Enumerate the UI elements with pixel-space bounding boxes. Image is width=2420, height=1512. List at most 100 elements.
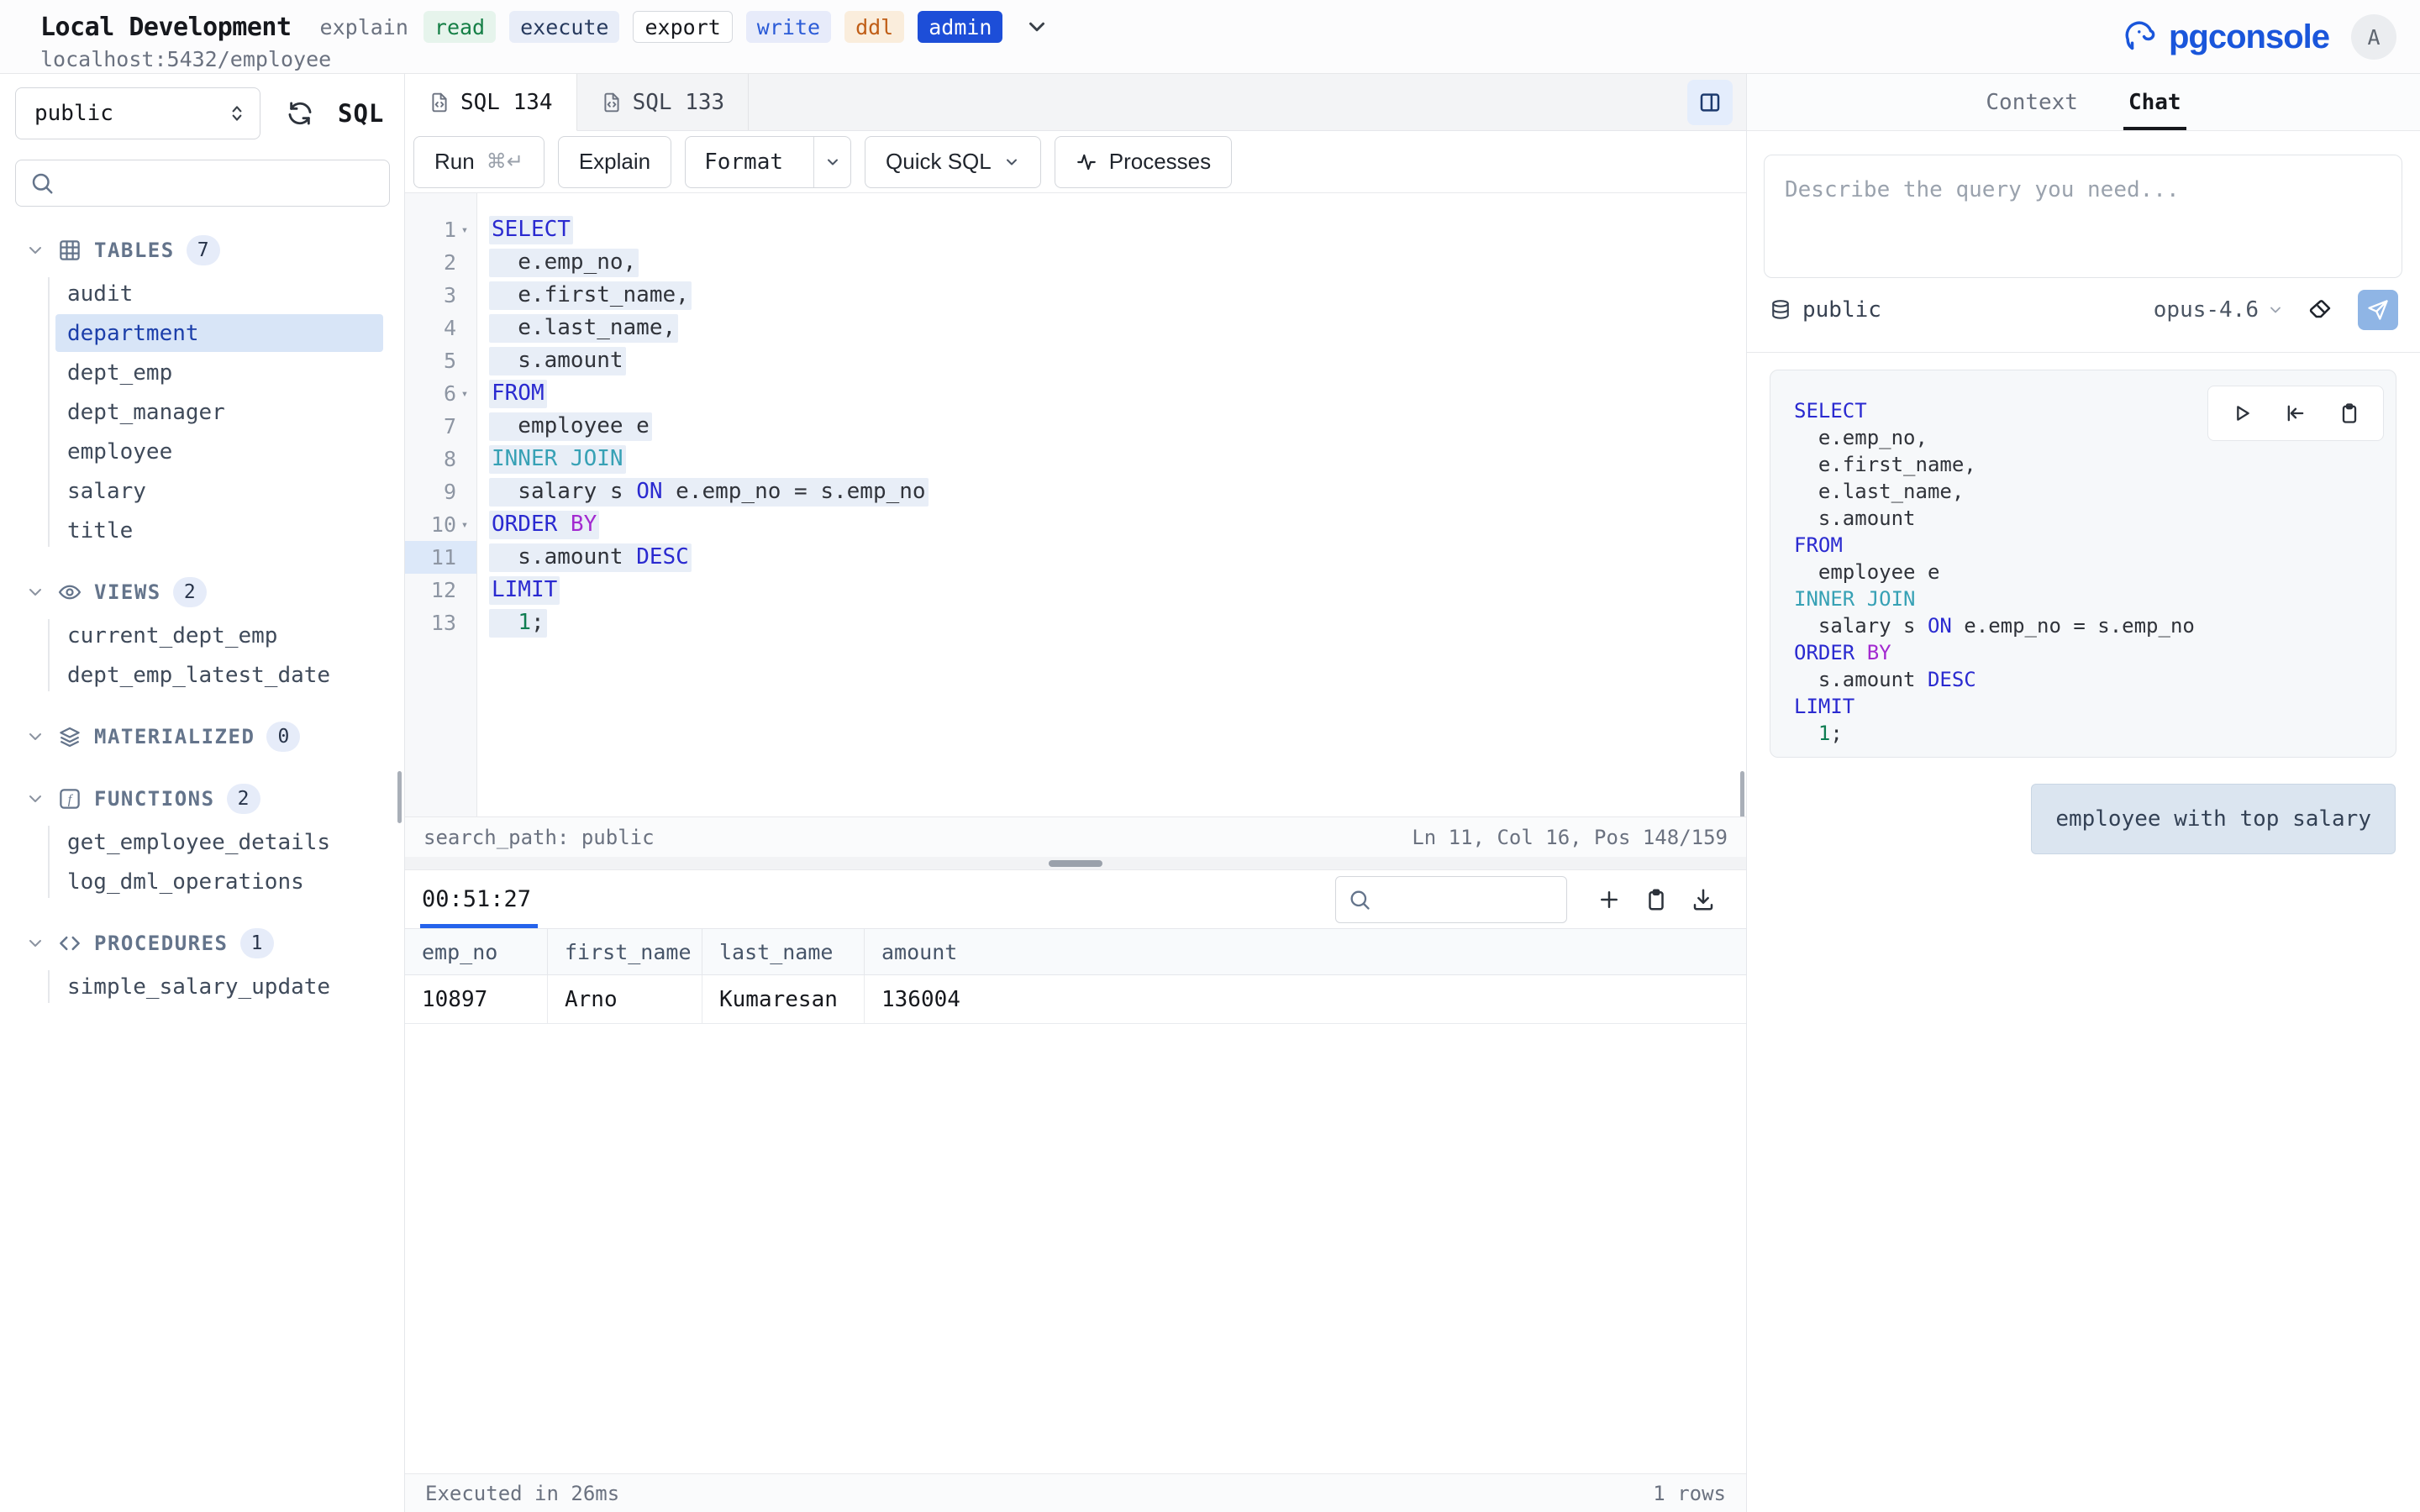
user-avatar[interactable]: A: [2351, 14, 2396, 60]
column-header-emp_no[interactable]: emp_no: [405, 929, 548, 974]
tree-item-dept_emp_latest_date[interactable]: dept_emp_latest_date: [0, 655, 404, 695]
cell-first_name[interactable]: Arno: [548, 975, 702, 1023]
results-search-input[interactable]: [1335, 876, 1567, 923]
tree-item-dept_manager[interactable]: dept_manager: [0, 392, 404, 432]
explain-button[interactable]: Explain: [558, 136, 671, 188]
gutter-line-5[interactable]: 5: [405, 344, 476, 377]
svg-text:f: f: [68, 792, 74, 807]
format-button[interactable]: Format: [685, 136, 851, 188]
section-items: get_employee_detailslog_dml_operations: [0, 822, 404, 901]
tree-item-get_employee_details[interactable]: get_employee_details: [0, 822, 404, 862]
cell-emp_no[interactable]: 10897: [405, 975, 548, 1023]
gutter-line-13[interactable]: 13: [405, 606, 476, 639]
resize-grip[interactable]: [1049, 860, 1102, 867]
chat-code-line-3: e.first_name,: [1794, 451, 2396, 478]
database-icon: [1769, 298, 1792, 322]
panel-resize-handle[interactable]: [405, 857, 1746, 870]
split-view-button[interactable]: [1687, 80, 1733, 125]
chevron-down-icon[interactable]: [25, 727, 45, 747]
run-button[interactable]: Run ⌘↵: [413, 136, 544, 188]
results-data-row: 10897ArnoKumaresan136004: [405, 975, 1746, 1024]
chat-sql-block: SELECT e.emp_no, e.first_name, e.last_na…: [1770, 370, 2396, 758]
clear-chat-eraser-icon[interactable]: [2307, 297, 2334, 323]
copy-snippet-clipboard-icon[interactable]: [2338, 402, 2361, 425]
chevron-down-icon[interactable]: [25, 789, 45, 809]
refresh-icon[interactable]: [286, 99, 314, 128]
cell-amount[interactable]: 136004: [865, 975, 995, 1023]
tree-item-log_dml_operations[interactable]: log_dml_operations: [0, 862, 404, 901]
insert-to-editor-icon[interactable]: [2284, 402, 2307, 425]
gutter-line-8[interactable]: 8: [405, 443, 476, 475]
editor-code[interactable]: SELECT e.emp_no, e.first_name, e.last_na…: [477, 193, 1746, 816]
chevron-down-icon[interactable]: [25, 240, 45, 260]
tree-section-materialized: MATERIALIZED0: [0, 717, 404, 757]
sidebar-scrollbar-thumb[interactable]: [397, 771, 402, 823]
tree-item-dept_emp[interactable]: dept_emp: [0, 353, 404, 392]
file-code-icon: [429, 92, 450, 113]
column-header-last_name[interactable]: last_name: [702, 929, 865, 974]
tree-item-title[interactable]: title: [0, 511, 404, 550]
gutter-line-2[interactable]: 2: [405, 246, 476, 279]
tree-item-audit[interactable]: audit: [0, 274, 404, 313]
file-code-icon: [601, 92, 623, 113]
download-results-icon[interactable]: [1691, 887, 1716, 912]
tab-sql-133[interactable]: SQL 133: [577, 74, 750, 130]
model-select[interactable]: opus-4.6: [2154, 297, 2284, 323]
result-timer-tab[interactable]: 00:51:27: [422, 870, 531, 928]
tree-section-header-tables[interactable]: TABLES7: [0, 230, 404, 270]
sql-editor[interactable]: 1▾23456▾78910▾111213 SELECT e.emp_no, e.…: [405, 193, 1746, 816]
assistant-tab-context[interactable]: Context: [1986, 74, 2078, 130]
chat-schema-chip[interactable]: public: [1769, 297, 1881, 323]
chevron-down-icon[interactable]: [25, 933, 45, 953]
cell-last_name[interactable]: Kumaresan: [702, 975, 865, 1023]
gutter-line-10[interactable]: 10▾: [405, 508, 476, 541]
gutter-line-12[interactable]: 12: [405, 574, 476, 606]
tree-section-header-materialized[interactable]: MATERIALIZED0: [0, 717, 404, 757]
gutter-line-9[interactable]: 9: [405, 475, 476, 508]
section-label: MATERIALIZED: [94, 725, 255, 748]
chevron-down-icon[interactable]: [25, 582, 45, 602]
editor-gutter: 1▾23456▾78910▾111213: [405, 193, 477, 816]
app-header: Local Development explainreadexecuteexpo…: [0, 0, 2420, 74]
search-path-status: search_path: public: [424, 826, 655, 849]
sql-mode-label[interactable]: SQL: [338, 99, 384, 128]
editor-scrollbar-thumb[interactable]: [1740, 771, 1744, 823]
tree-item-employee[interactable]: employee: [0, 432, 404, 471]
run-snippet-play-icon[interactable]: [2230, 402, 2254, 425]
tree-section-header-procedures[interactable]: PROCEDURES1: [0, 923, 404, 963]
tree-item-simple_salary_update[interactable]: simple_salary_update: [0, 967, 404, 1006]
code-line-3: e.first_name,: [489, 279, 1746, 312]
add-tab-icon[interactable]: [1597, 887, 1622, 912]
tree-section-header-views[interactable]: VIEWS2: [0, 572, 404, 612]
quick-sql-button[interactable]: Quick SQL: [865, 136, 1041, 188]
connection-chevron-down-icon[interactable]: [1024, 14, 1050, 39]
gutter-line-4[interactable]: 4: [405, 312, 476, 344]
copy-results-icon[interactable]: [1644, 887, 1669, 912]
tree-item-salary[interactable]: salary: [0, 471, 404, 511]
assistant-tab-chat[interactable]: Chat: [2128, 74, 2181, 130]
tree-item-current_dept_emp[interactable]: current_dept_emp: [0, 616, 404, 655]
gutter-line-7[interactable]: 7: [405, 410, 476, 443]
tree-item-department[interactable]: department: [0, 313, 404, 353]
app: Local Development explainreadexecuteexpo…: [0, 0, 2420, 1512]
schema-select[interactable]: public: [15, 87, 260, 139]
chat-divider: [1747, 352, 2420, 353]
gutter-line-1[interactable]: 1▾: [405, 213, 476, 246]
chat-input[interactable]: Describe the query you need...: [1764, 155, 2402, 278]
processes-button[interactable]: Processes: [1055, 136, 1232, 188]
gutter-line-6[interactable]: 6▾: [405, 377, 476, 410]
tree-section-header-functions[interactable]: fFUNCTIONS2: [0, 779, 404, 819]
send-message-button[interactable]: [2358, 290, 2398, 330]
chat-code-line-10: ORDER BY: [1794, 639, 2396, 666]
connection-host: localhost:5432/employee: [40, 47, 2420, 71]
column-header-first_name[interactable]: first_name: [548, 929, 702, 974]
column-header-amount[interactable]: amount: [865, 929, 995, 974]
format-chevron-down-icon[interactable]: [813, 137, 850, 187]
gutter-line-11[interactable]: 11: [405, 541, 476, 574]
grid-icon: [57, 238, 82, 263]
sidebar-search-input[interactable]: [15, 160, 390, 207]
tab-sql-134[interactable]: SQL 134: [405, 74, 577, 131]
chat-code-line-5: s.amount: [1794, 505, 2396, 532]
gutter-line-3[interactable]: 3: [405, 279, 476, 312]
code-line-12: LIMIT: [489, 574, 1746, 606]
